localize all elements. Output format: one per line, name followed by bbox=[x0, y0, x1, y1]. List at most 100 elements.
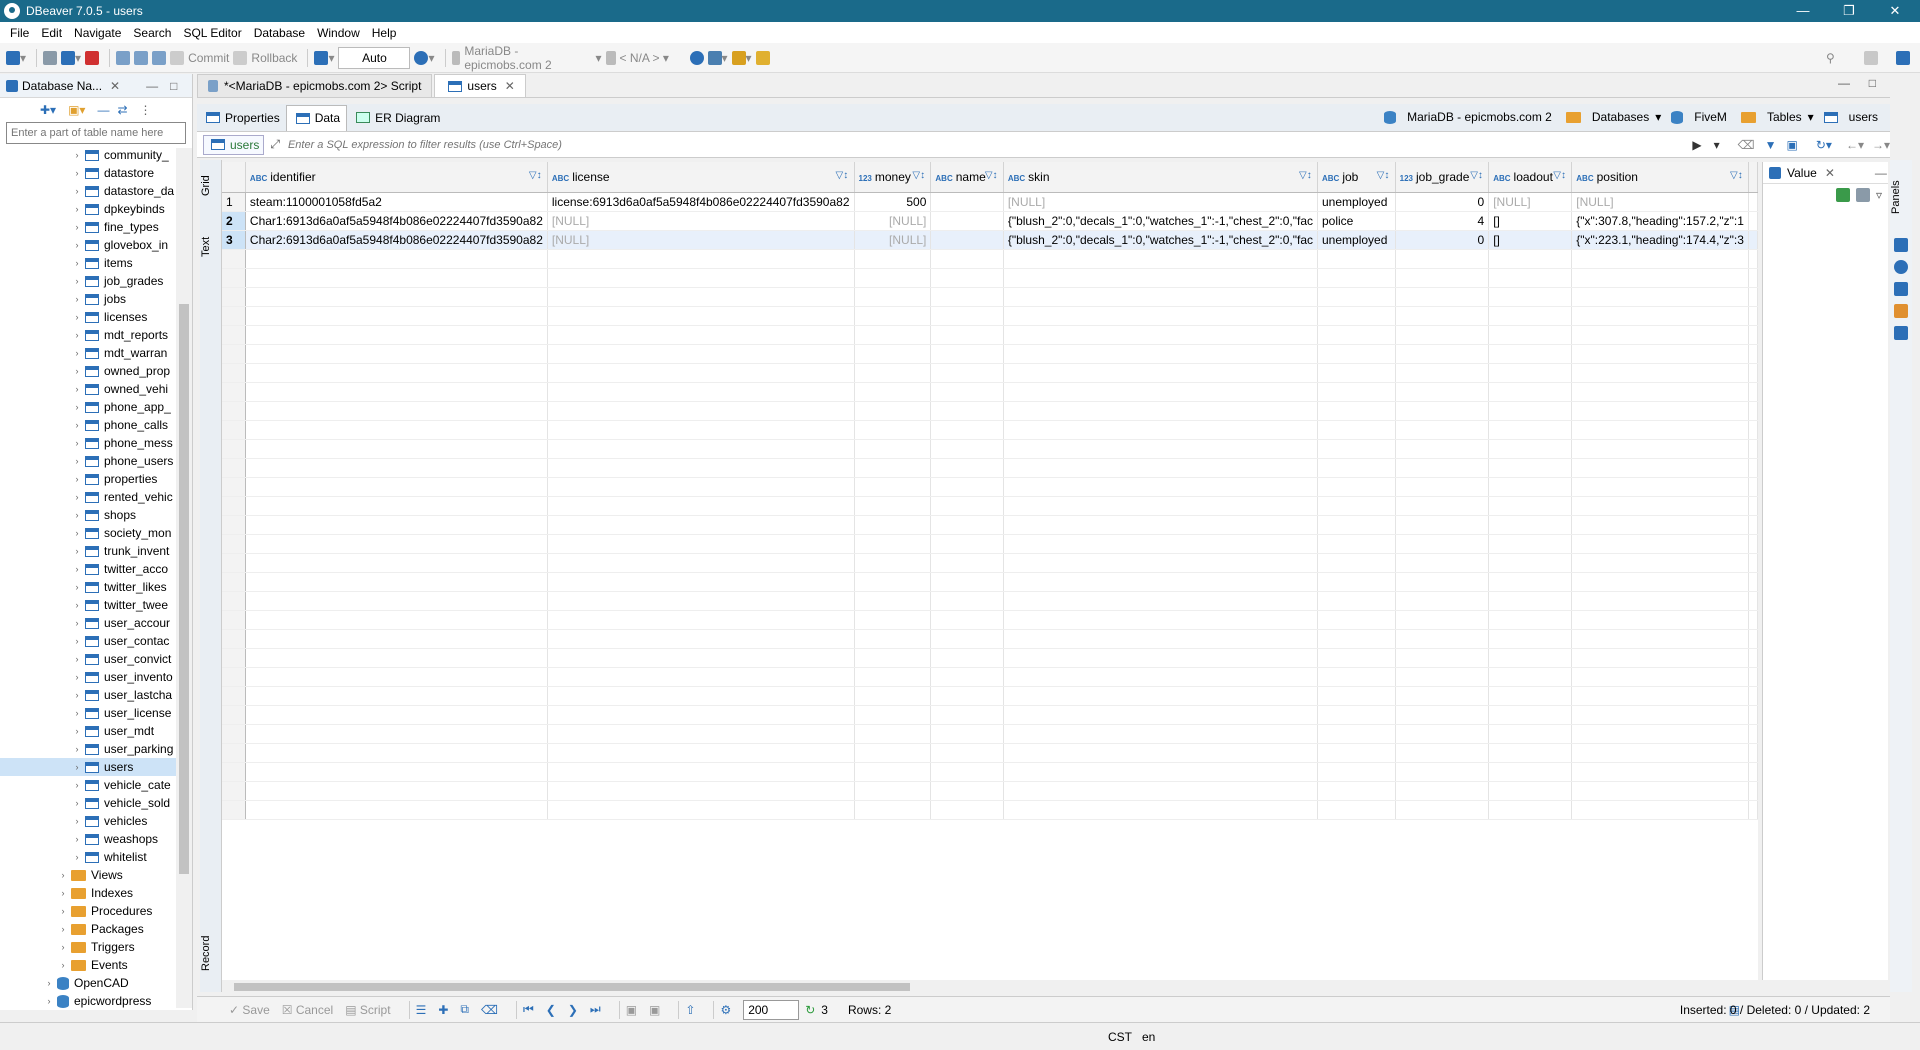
table-row[interactable] bbox=[222, 382, 1758, 402]
table-cell[interactable] bbox=[1571, 553, 1749, 573]
table-cell[interactable] bbox=[547, 306, 855, 326]
table-cell[interactable] bbox=[547, 591, 855, 611]
table-cell[interactable] bbox=[930, 762, 1004, 782]
delete-row-icon[interactable]: ⌫ bbox=[481, 1003, 498, 1017]
tree-item-table[interactable]: › jobs bbox=[0, 290, 176, 308]
table-row[interactable] bbox=[222, 458, 1758, 478]
table-cell[interactable] bbox=[245, 610, 548, 630]
invalidate-icon[interactable]: ▾ bbox=[61, 47, 81, 69]
table-cell[interactable] bbox=[1748, 268, 1758, 288]
column-header[interactable]: ABC identifier ▽↕ bbox=[245, 162, 548, 193]
menu-navigate[interactable]: Navigate bbox=[68, 26, 127, 40]
panels-tab[interactable]: Panels bbox=[1890, 172, 1912, 222]
apply-filter-icon[interactable]: ▶ bbox=[1692, 138, 1701, 152]
row-number[interactable] bbox=[222, 762, 246, 782]
table-cell[interactable] bbox=[1317, 591, 1396, 611]
table-cell[interactable] bbox=[930, 553, 1004, 573]
table-cell[interactable] bbox=[1748, 610, 1758, 630]
table-cell[interactable] bbox=[1488, 401, 1573, 421]
table-cell[interactable] bbox=[1571, 686, 1749, 706]
table-cell[interactable] bbox=[930, 515, 1004, 535]
expand-arrow-icon[interactable]: › bbox=[72, 564, 82, 574]
table-cell[interactable] bbox=[930, 496, 1004, 516]
text-view-tab[interactable]: Text bbox=[200, 230, 222, 264]
table-cell[interactable] bbox=[854, 515, 932, 535]
table-cell[interactable] bbox=[245, 800, 548, 820]
table-cell[interactable] bbox=[1395, 591, 1490, 611]
breadcrumb-users[interactable]: users bbox=[1849, 110, 1878, 124]
row-number[interactable] bbox=[222, 800, 246, 820]
table-row[interactable]: 2 Char1:6913d6a0af5a5948f4b086e02224407fd… bbox=[222, 211, 1758, 231]
expand-arrow-icon[interactable]: › bbox=[72, 150, 82, 160]
table-cell[interactable] bbox=[1003, 572, 1319, 592]
table-cell[interactable] bbox=[930, 591, 1004, 611]
expand-arrow-icon[interactable]: › bbox=[72, 852, 82, 862]
table-cell[interactable] bbox=[930, 800, 1004, 820]
table-row[interactable] bbox=[222, 610, 1758, 630]
table-cell[interactable] bbox=[1395, 629, 1490, 649]
table-cell[interactable] bbox=[1571, 287, 1749, 307]
table-cell[interactable] bbox=[930, 686, 1004, 706]
tree-item-folder[interactable]: › Indexes bbox=[0, 884, 176, 902]
minimize-icon[interactable]: — bbox=[1780, 0, 1826, 22]
table-cell[interactable] bbox=[1488, 496, 1573, 516]
table-cell[interactable] bbox=[245, 401, 548, 421]
expand-filter-icon[interactable]: ⤢ bbox=[270, 137, 280, 152]
copy-row-icon[interactable]: ⧉ bbox=[460, 1002, 469, 1017]
dashboard-icon[interactable] bbox=[689, 47, 704, 69]
table-cell[interactable] bbox=[1317, 667, 1396, 687]
history-icon[interactable]: ▾ bbox=[414, 47, 435, 69]
menu-edit[interactable]: Edit bbox=[35, 26, 68, 40]
grid-view-tab[interactable]: Grid bbox=[200, 168, 222, 204]
tab-properties[interactable]: Properties bbox=[197, 105, 286, 131]
table-row[interactable]: 1 steam:1100001058fd5a2 license:6913d6a0af… bbox=[222, 192, 1758, 212]
table-cell[interactable] bbox=[1571, 401, 1749, 421]
export-icon[interactable]: ⇧ bbox=[685, 1003, 695, 1017]
column-header[interactable]: ABC license ▽↕ bbox=[547, 162, 855, 193]
new-script-icon[interactable] bbox=[134, 47, 149, 69]
table-cell[interactable]: [NULL] bbox=[1571, 192, 1749, 212]
expand-arrow-icon[interactable]: › bbox=[72, 762, 82, 772]
column-filter-sort-icon[interactable]: ▽↕ bbox=[1730, 170, 1744, 182]
row-number[interactable] bbox=[222, 401, 246, 421]
table-row[interactable] bbox=[222, 781, 1758, 801]
table-cell[interactable] bbox=[930, 287, 1004, 307]
row-number[interactable] bbox=[222, 743, 246, 763]
active-schema-selector[interactable]: < N/A > ▾ bbox=[605, 47, 686, 69]
row-number[interactable] bbox=[222, 667, 246, 687]
table-cell[interactable] bbox=[854, 762, 932, 782]
table-cell[interactable] bbox=[854, 781, 932, 801]
table-cell[interactable] bbox=[1395, 382, 1490, 402]
table-cell[interactable] bbox=[1748, 629, 1758, 649]
table-cell[interactable] bbox=[1571, 743, 1749, 763]
table-row[interactable] bbox=[222, 667, 1758, 687]
row-number[interactable] bbox=[222, 344, 246, 364]
table-cell[interactable] bbox=[1748, 325, 1758, 345]
row-number[interactable] bbox=[222, 268, 246, 288]
expand-arrow-icon[interactable]: › bbox=[72, 834, 82, 844]
tree-item-database[interactable]: › epicwordpress bbox=[0, 992, 176, 1008]
table-cell[interactable] bbox=[1571, 249, 1749, 269]
table-cell[interactable]: unemployed bbox=[1317, 192, 1396, 212]
table-cell[interactable] bbox=[930, 477, 1004, 497]
fetch-all-icon[interactable]: ▣ bbox=[649, 1003, 660, 1017]
table-cell[interactable] bbox=[1571, 781, 1749, 801]
table-cell[interactable] bbox=[1571, 572, 1749, 592]
column-filter-sort-icon[interactable]: ▽↕ bbox=[1553, 170, 1567, 182]
row-number[interactable] bbox=[222, 534, 246, 554]
tree-item-folder[interactable]: › Procedures bbox=[0, 902, 176, 920]
table-cell[interactable] bbox=[1317, 458, 1396, 478]
table-cell[interactable] bbox=[930, 534, 1004, 554]
table-cell[interactable] bbox=[1317, 800, 1396, 820]
table-cell[interactable] bbox=[1571, 344, 1749, 364]
table-cell[interactable] bbox=[547, 477, 855, 497]
table-cell[interactable] bbox=[1003, 401, 1319, 421]
menu-help[interactable]: Help bbox=[366, 26, 403, 40]
table-cell[interactable] bbox=[1571, 629, 1749, 649]
table-cell[interactable] bbox=[1317, 515, 1396, 535]
table-cell[interactable] bbox=[854, 800, 932, 820]
format-icon[interactable] bbox=[755, 47, 770, 69]
table-cell[interactable] bbox=[547, 648, 855, 668]
table-cell[interactable] bbox=[1571, 306, 1749, 326]
new-connection-icon[interactable]: ▾ bbox=[6, 47, 26, 69]
